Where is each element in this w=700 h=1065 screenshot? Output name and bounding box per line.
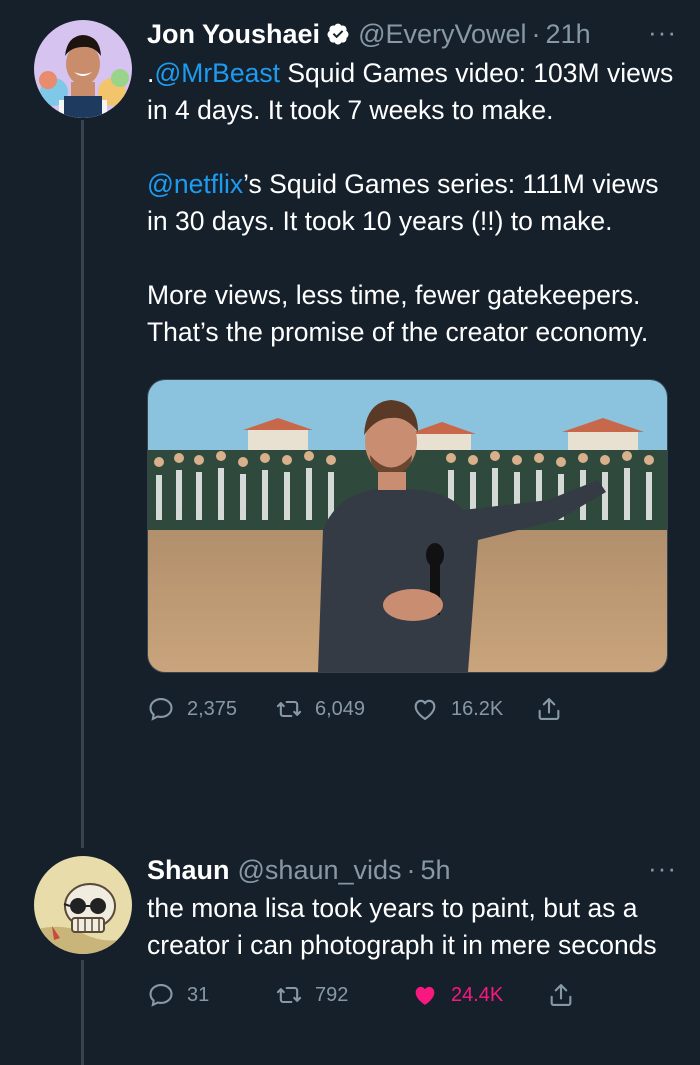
tweet-actions: 2,375 6,049 16.2K	[147, 691, 677, 727]
user-handle[interactable]: @shaun_vids	[238, 853, 402, 887]
verified-badge-icon	[327, 23, 349, 45]
reply-icon	[149, 698, 173, 721]
share-icon	[538, 698, 560, 720]
tweet-text: .@MrBeast Squid Games video: 103M views …	[147, 55, 677, 351]
like-icon	[414, 699, 436, 720]
share-button[interactable]	[535, 695, 563, 723]
display-name[interactable]: Jon Youshaei	[147, 17, 320, 51]
timestamp[interactable]: 5h	[421, 853, 451, 887]
like-button[interactable]: 24.4K	[411, 981, 547, 1009]
tweet-media-image[interactable]	[147, 379, 668, 673]
retweet-button[interactable]: 6,049	[275, 695, 411, 723]
share-icon	[550, 984, 572, 1006]
like-icon	[415, 986, 435, 1005]
tweet-actions: 31 792 24.4K	[147, 977, 677, 1013]
timestamp[interactable]: 21h	[546, 17, 591, 51]
mention-link[interactable]: @netflix	[147, 169, 243, 199]
tweet-header: Jon Youshaei @EveryVowel · 21h	[147, 17, 677, 51]
retweet-count: 792	[315, 983, 349, 1006]
user-handle[interactable]: @EveryVowel	[358, 17, 526, 51]
share-button[interactable]	[547, 981, 575, 1009]
like-count: 24.4K	[451, 983, 504, 1006]
like-count: 16.2K	[451, 697, 504, 720]
avatar[interactable]	[34, 20, 132, 118]
separator-dot: ·	[531, 19, 541, 49]
mention-link[interactable]: @MrBeast	[154, 58, 280, 88]
retweet-icon	[276, 700, 302, 718]
separator-dot: ·	[406, 855, 416, 885]
avatar[interactable]	[34, 856, 132, 954]
tweet-text: the mona lisa took years to paint, but a…	[147, 890, 677, 964]
tweet-header: Shaun @shaun_vids · 5h	[147, 853, 677, 887]
text-paragraph: More views, less time, fewer gatekeepers…	[147, 280, 649, 347]
more-icon[interactable]: ···	[648, 853, 677, 883]
more-icon[interactable]: ···	[648, 17, 677, 47]
reply-button[interactable]: 31	[147, 981, 275, 1009]
thread-line-bottom	[81, 960, 84, 1065]
reply-icon	[149, 984, 173, 1007]
retweet-count: 6,049	[315, 697, 366, 720]
retweet-button[interactable]: 792	[275, 981, 411, 1009]
display-name[interactable]: Shaun	[147, 853, 230, 887]
reply-button[interactable]: 2,375	[147, 695, 275, 723]
reply-count: 31	[187, 983, 210, 1006]
thread-line-top	[81, 120, 84, 848]
reply-count: 2,375	[187, 697, 238, 720]
text-paragraph: the mona lisa took years to paint, but a…	[147, 893, 657, 960]
retweet-icon	[276, 986, 302, 1004]
like-button[interactable]: 16.2K	[411, 695, 535, 723]
